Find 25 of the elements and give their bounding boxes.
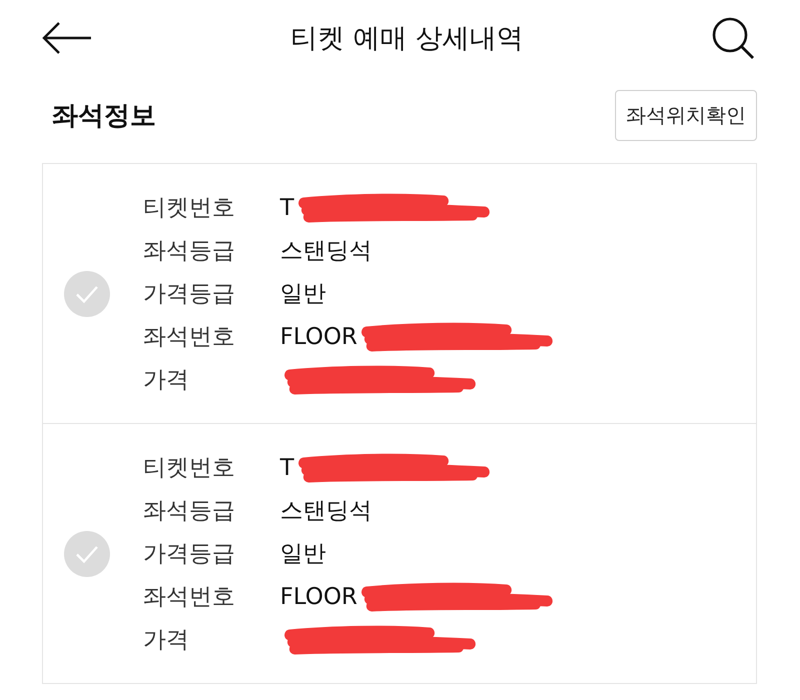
- field-value: FLOOR: [280, 324, 358, 350]
- search-icon[interactable]: [712, 17, 754, 59]
- field-value: FLOOR: [280, 584, 358, 610]
- field-label: 티켓번호: [143, 194, 236, 223]
- field-value: 일반: [280, 540, 326, 569]
- back-arrow-icon[interactable]: [42, 22, 92, 54]
- field-label: 좌석등급: [143, 237, 236, 266]
- page-title: 티켓 예매 상세내역: [290, 22, 524, 56]
- field-label: 가격등급: [143, 540, 236, 569]
- checkmark-circle-icon[interactable]: [64, 530, 110, 576]
- seat-location-button[interactable]: 좌석위치확인: [615, 90, 757, 141]
- checkmark-circle-icon[interactable]: [64, 270, 110, 316]
- field-label: 가격: [143, 366, 190, 395]
- field-value: T: [280, 454, 294, 480]
- field-value: 일반: [280, 280, 326, 309]
- field-value: T: [280, 194, 294, 220]
- field-label: 티켓번호: [143, 454, 236, 483]
- field-label: 좌석번호: [143, 323, 236, 352]
- field-label: 좌석등급: [143, 497, 236, 526]
- field-value: 스탠딩석: [280, 237, 372, 266]
- field-label: 가격등급: [143, 280, 236, 309]
- field-value: 스탠딩석: [280, 497, 372, 526]
- field-label: 좌석번호: [143, 583, 236, 612]
- section-title: 좌석정보: [52, 100, 156, 133]
- field-label: 가격: [143, 626, 190, 655]
